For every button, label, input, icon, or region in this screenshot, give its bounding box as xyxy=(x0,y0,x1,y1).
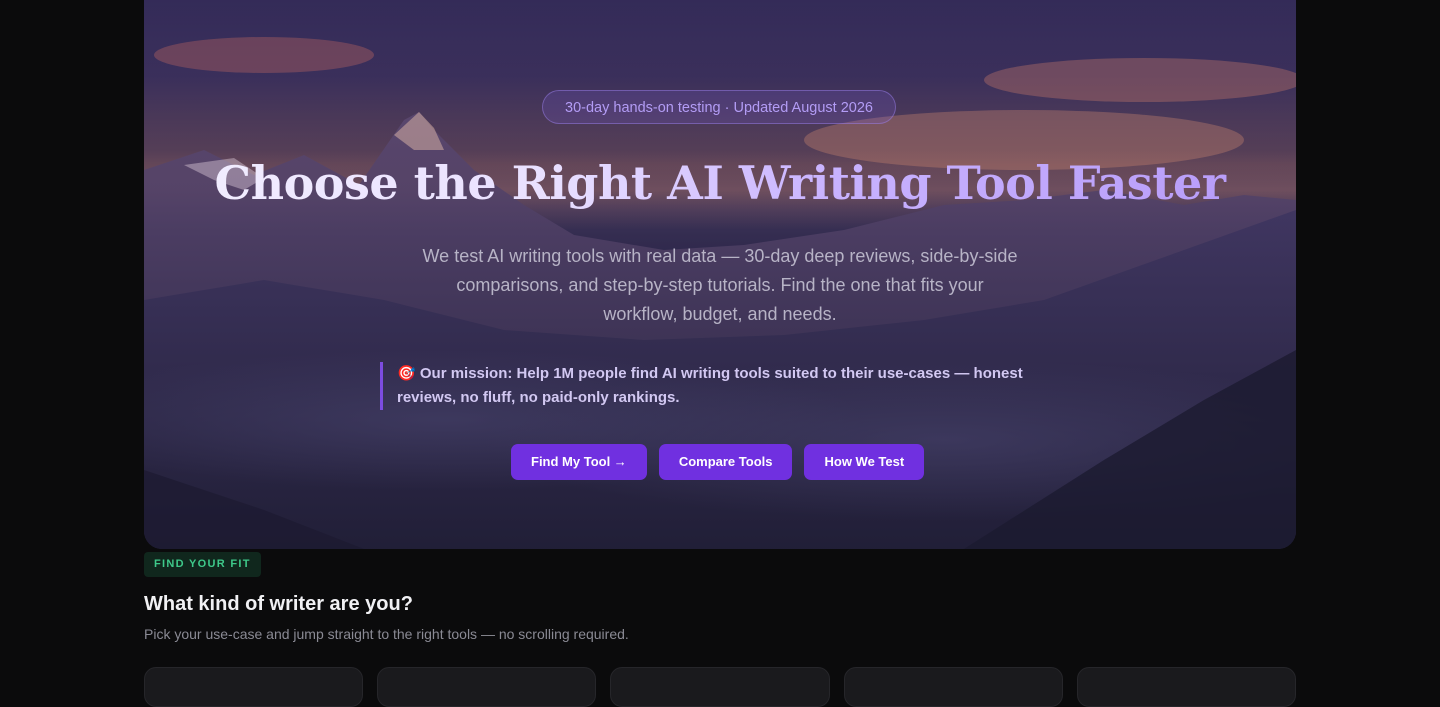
hero-subtitle: We test AI writing tools with real data … xyxy=(422,246,1018,324)
find-your-fit-section: FIND YOUR FIT What kind of writer are yo… xyxy=(144,552,1296,642)
target-icon: 🎯 xyxy=(397,365,416,382)
compare-tools-button[interactable]: Compare Tools xyxy=(658,444,793,480)
mission-statement: 🎯 Our mission: Help 1M people find AI wr… xyxy=(380,362,1060,410)
testing-badge: 30-day hands-on testing · Updated August… xyxy=(542,90,896,124)
writer-type-card[interactable] xyxy=(144,667,364,707)
writer-type-card[interactable] xyxy=(1076,667,1297,707)
writer-type-card[interactable] xyxy=(377,667,597,707)
writer-type-card[interactable] xyxy=(843,667,1063,707)
writer-type-card[interactable] xyxy=(610,667,830,707)
section-heading: What kind of writer are you? xyxy=(144,593,413,615)
page-title: Choose the Right AI Writing Tool Faster xyxy=(144,156,1296,210)
writer-type-cards xyxy=(144,667,1297,707)
find-my-tool-button[interactable]: Find My Tool → xyxy=(511,444,647,480)
hero-section: 30-day hands-on testing · Updated August… xyxy=(144,0,1296,549)
how-we-test-button[interactable]: How We Test xyxy=(804,444,925,480)
section-description: Pick your use-case and jump straight to … xyxy=(144,626,629,642)
section-eyebrow: FIND YOUR FIT xyxy=(144,552,261,577)
mission-text: Our mission: Help 1M people find AI writ… xyxy=(397,365,1023,406)
hero-actions: Find My Tool → Compare Tools How We Test xyxy=(511,444,925,480)
